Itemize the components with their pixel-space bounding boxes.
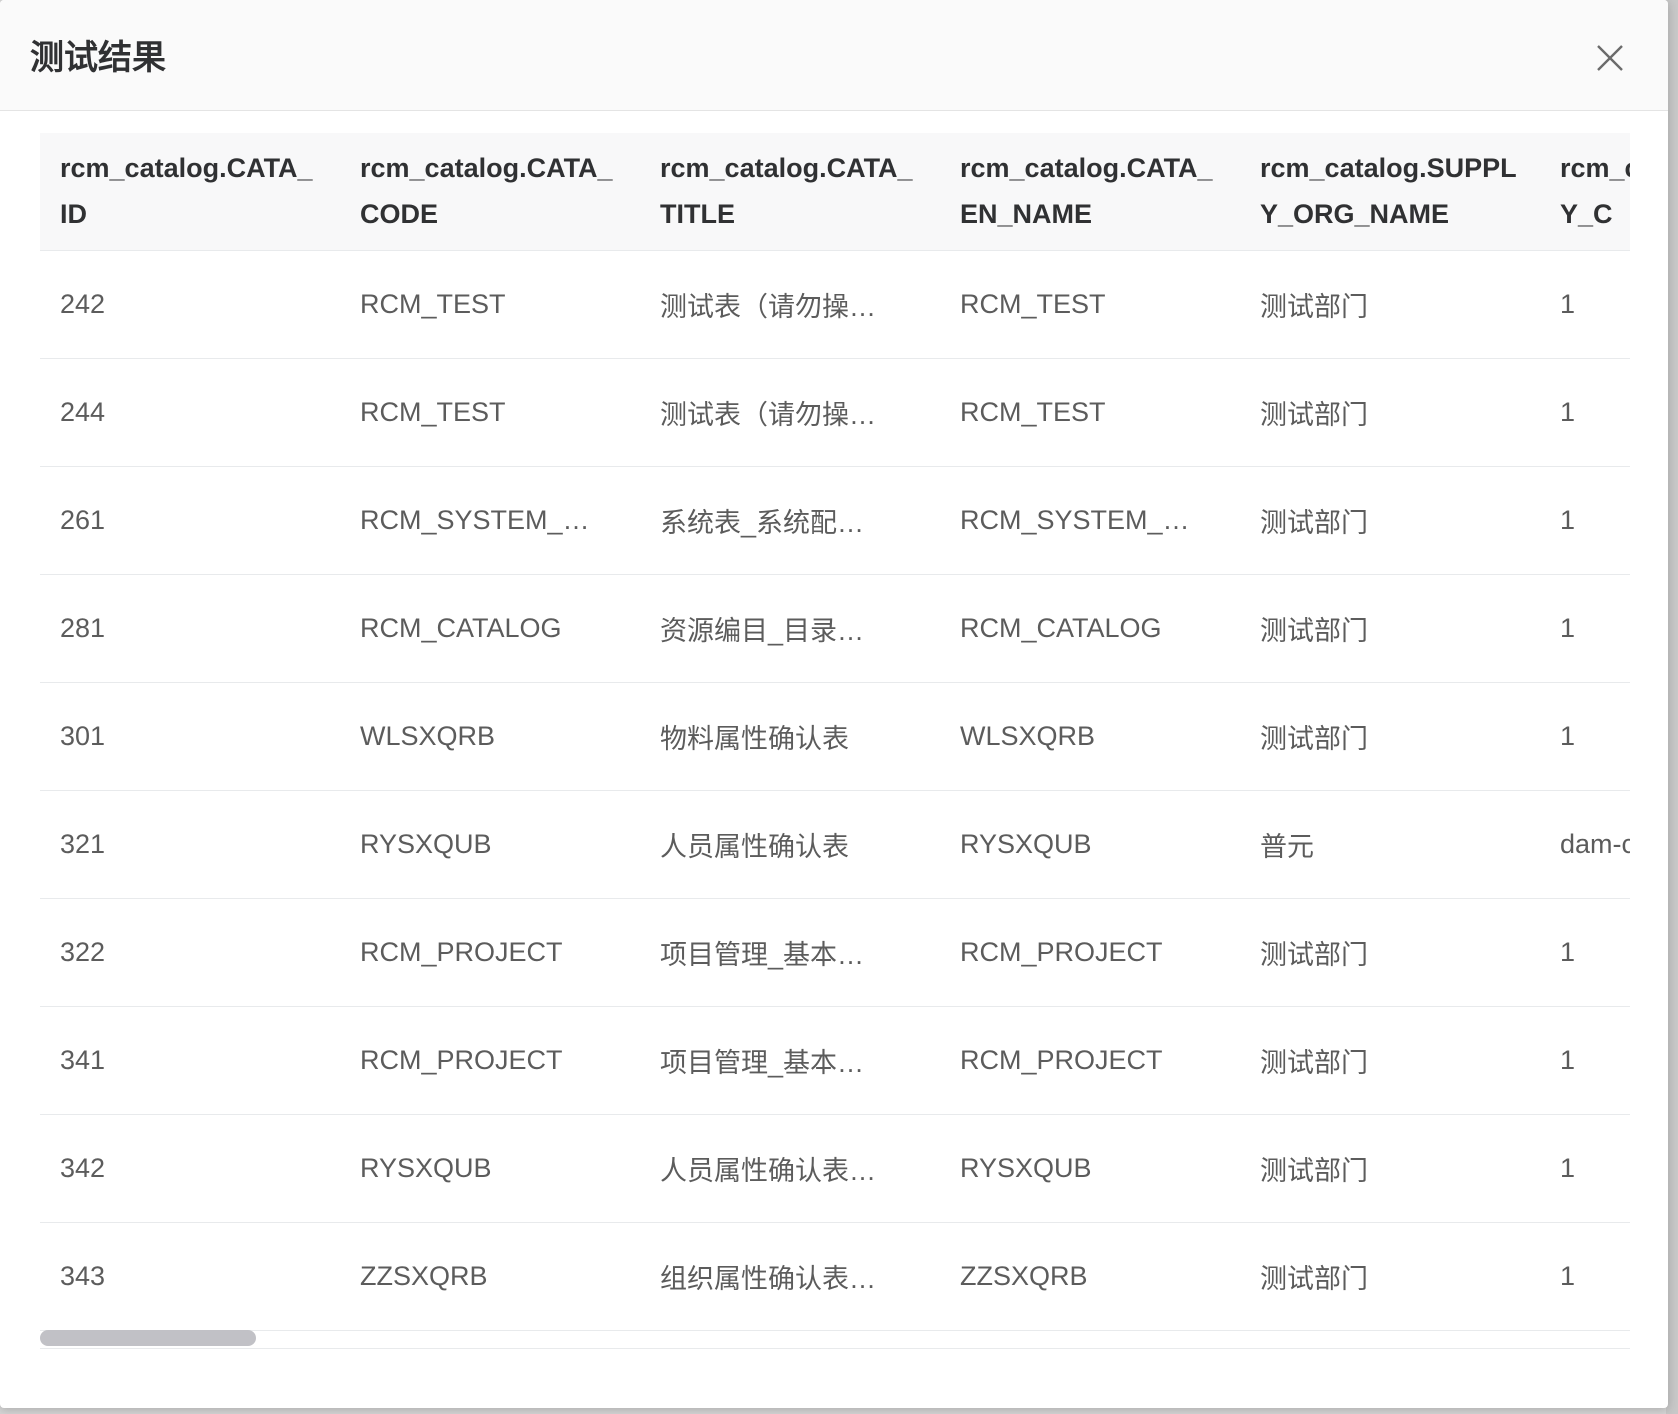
table-cell: WLSXQRB (940, 682, 1240, 791)
table-cell: RCM_SYSTEM_… (340, 466, 640, 575)
table-cell: 人员属性确认表… (640, 1114, 940, 1223)
table-cell: 261 (40, 466, 340, 575)
table-cell: 301 (40, 682, 340, 791)
table-cell: RYSXQUB (340, 790, 640, 899)
table-cell: 项目管理_基本… (640, 898, 940, 1007)
table-cell: RYSXQUB (340, 1114, 640, 1223)
table-cell: 测试部门 (1240, 250, 1540, 359)
table-cell: 测试部门 (1240, 1222, 1540, 1331)
column-header: rcm_catalog.CATA_ID (40, 133, 340, 251)
table-cell: 测试部门 (1240, 1114, 1540, 1223)
table-row: 244 RCM_TEST 测试表（请勿操… RCM_TEST 测试部门 1 (40, 358, 1630, 467)
table-cell: 测试表（请勿操… (640, 358, 940, 467)
table-cell: WLSXQRB (340, 682, 640, 791)
table-row: 321 RYSXQUB 人员属性确认表 RYSXQUB 普元 dam-c (40, 790, 1630, 899)
table-cell: 测试表（请勿操… (640, 250, 940, 359)
close-icon (1597, 45, 1623, 71)
table-cell: RCM_PROJECT (940, 1006, 1240, 1115)
table-cell: ZZSXQRB (340, 1222, 640, 1331)
table-cell: RCM_CATALOG (940, 574, 1240, 683)
table-cell: 物料属性确认表 (640, 682, 940, 791)
table-cell: 普元 (1240, 790, 1540, 899)
table-cell: ZZSXQRB (940, 1222, 1240, 1331)
table-cell: 组织属性确认表… (640, 1222, 940, 1331)
table-cell: RYSXQUB (940, 1114, 1240, 1223)
table-row: 281 RCM_CATALOG 资源编目_目录… RCM_CATALOG 测试部门 1 (40, 574, 1630, 683)
table-cell: 项目管理_基本… (640, 1006, 940, 1115)
table-cell: 244 (40, 358, 340, 467)
table-cell: 人员属性确认表 (640, 790, 940, 899)
table-cell: RCM_TEST (340, 250, 640, 359)
table-header-row: rcm_catalog.CATA_ID rcm_catalog.CATA_CODE… (40, 133, 1630, 251)
table-cell: 测试部门 (1240, 1006, 1540, 1115)
table-cell: RCM_PROJECT (940, 898, 1240, 1007)
column-header: rcm_catalog.CATA_TITLE (640, 133, 940, 251)
table-cell: 281 (40, 574, 340, 683)
table-cell: 1 (1540, 1006, 1630, 1115)
table-cell: 测试部门 (1240, 466, 1540, 575)
table-cell: RCM_TEST (940, 250, 1240, 359)
table-cell: 测试部门 (1240, 898, 1540, 1007)
column-header: rcm_catalog.SUPPLY_ORG_NAME (1240, 133, 1540, 251)
table-cell: 资源编目_目录… (640, 574, 940, 683)
table-cell: 测试部门 (1240, 358, 1540, 467)
table-cell: 系统表_系统配… (640, 466, 940, 575)
test-result-modal: 测试结果 rcm_catalog.CATA_ID rcm_catalog.CATA… (0, 0, 1668, 1408)
table-cell: 342 (40, 1114, 340, 1223)
table-cell: RCM_PROJECT (340, 1006, 640, 1115)
table-cell: RCM_TEST (340, 358, 640, 467)
table-cell: 1 (1540, 574, 1630, 683)
result-table-container[interactable]: rcm_catalog.CATA_ID rcm_catalog.CATA_CODE… (40, 133, 1630, 1349)
horizontal-scrollbar[interactable] (40, 1330, 1630, 1348)
table-row: 301 WLSXQRB 物料属性确认表 WLSXQRB 测试部门 1 (40, 682, 1630, 791)
table-row: 343 ZZSXQRB 组织属性确认表… ZZSXQRB 测试部门 1 (40, 1222, 1630, 1331)
table-cell: RCM_PROJECT (340, 898, 640, 1007)
table-cell: 1 (1540, 358, 1630, 467)
table-cell: 1 (1540, 250, 1630, 359)
table-cell: 1 (1540, 682, 1630, 791)
table-row: 242 RCM_TEST 测试表（请勿操… RCM_TEST 测试部门 1 (40, 250, 1630, 359)
column-header: rcm_catalog.CATA_CODE (340, 133, 640, 251)
column-header: rcm_catalog.SUPPLY_C (1540, 133, 1630, 251)
table-row: 322 RCM_PROJECT 项目管理_基本… RCM_PROJECT 测试部门 1 (40, 898, 1630, 1007)
table-cell: 1 (1540, 1114, 1630, 1223)
table-row: 341 RCM_PROJECT 项目管理_基本… RCM_PROJECT 测试部门 1 (40, 1006, 1630, 1115)
column-header: rcm_catalog.CATA_EN_NAME (940, 133, 1240, 251)
table-cell: 242 (40, 250, 340, 359)
table-cell: 341 (40, 1006, 340, 1115)
table-cell: 1 (1540, 898, 1630, 1007)
table-cell: RCM_TEST (940, 358, 1240, 467)
table-cell: 322 (40, 898, 340, 1007)
table-cell: 321 (40, 790, 340, 899)
horizontal-scrollbar-thumb[interactable] (40, 1330, 256, 1346)
modal-title: 测试结果 (30, 39, 166, 77)
table-body: 242 RCM_TEST 测试表（请勿操… RCM_TEST 测试部门 1 244 RCM_T… (40, 250, 1630, 1331)
table-cell: 测试部门 (1240, 574, 1540, 683)
table-cell: 1 (1540, 1222, 1630, 1331)
table-row: 261 RCM_SYSTEM_… 系统表_系统配… RCM_SYSTEM_… 测试部门 1 (40, 466, 1630, 575)
result-table: rcm_catalog.CATA_ID rcm_catalog.CATA_CODE… (40, 133, 1630, 1331)
modal-header: 测试结果 (0, 0, 1668, 111)
table-cell: RCM_CATALOG (340, 574, 640, 683)
close-button[interactable] (1592, 40, 1628, 76)
table-header: rcm_catalog.CATA_ID rcm_catalog.CATA_CODE… (40, 133, 1630, 251)
table-bottom-divider (40, 1348, 1630, 1349)
table-cell: RYSXQUB (940, 790, 1240, 899)
table-cell: 1 (1540, 466, 1630, 575)
table-row: 342 RYSXQUB 人员属性确认表… RYSXQUB 测试部门 1 (40, 1114, 1630, 1223)
table-cell: dam-c (1540, 790, 1630, 899)
table-cell: RCM_SYSTEM_… (940, 466, 1240, 575)
table-cell: 测试部门 (1240, 682, 1540, 791)
table-cell: 343 (40, 1222, 340, 1331)
